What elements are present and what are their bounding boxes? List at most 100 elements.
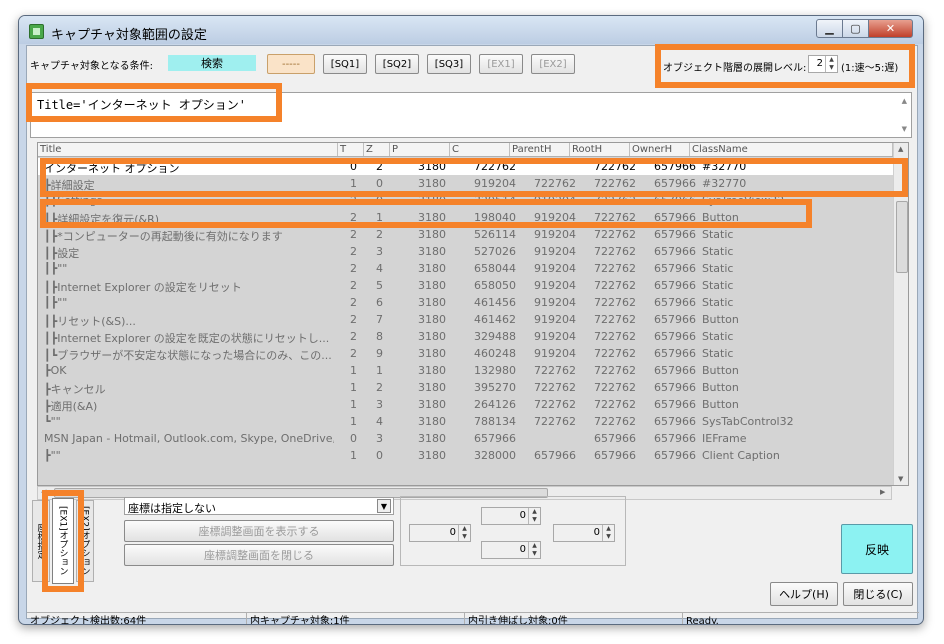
cell-cls: Static xyxy=(702,347,734,360)
title-bar[interactable]: キャプチャ対象範囲の設定 ▁ ▢ ✕ xyxy=(19,16,923,44)
col-z[interactable]: Z xyxy=(364,143,390,156)
col-root[interactable]: RootH xyxy=(570,143,630,156)
minimize-button[interactable]: ▁ xyxy=(816,19,843,38)
cell-root: 722762 xyxy=(594,194,636,207)
col-p[interactable]: P xyxy=(390,143,450,156)
tab-ex2-options[interactable]: [EX2]オプション xyxy=(76,500,94,582)
table-row[interactable]: ┣OK 1 1 3180 132980 722762 722762 657966 Button xyxy=(38,362,893,379)
help-button[interactable]: ヘルプ(H) xyxy=(770,582,838,606)
table-row-selected[interactable]: インターネット オプション 0 2 3180 722762 722762 657966 #32… xyxy=(38,158,893,175)
tab-coords[interactable]: 座標指定 xyxy=(32,500,50,582)
cell-title: ┗"" xyxy=(44,415,61,428)
table-row[interactable]: MSN Japan - Hotmail, Outlook.com, Skype,… xyxy=(38,430,893,447)
sq2-button[interactable]: [SQ2] xyxy=(375,54,419,74)
level-spinner[interactable]: 2 ▲ ▼ xyxy=(808,55,838,73)
table-row[interactable]: ┣適用(&A) 1 3 3180 264126 722762 722762 657966 But… xyxy=(38,396,893,413)
tab-ex1-options[interactable]: [EX1]オプション xyxy=(52,498,74,584)
spin-bottom[interactable]: 0 ▲ ▼ xyxy=(481,541,541,559)
cell-parent: 919204 xyxy=(534,330,576,343)
cell-parent: 919204 xyxy=(534,279,576,292)
cell-root: 722762 xyxy=(594,415,636,428)
col-owner[interactable]: OwnerH xyxy=(630,143,690,156)
scroll-right-icon[interactable]: ▶ xyxy=(880,488,885,496)
spin-right[interactable]: 0 ▲ ▼ xyxy=(553,524,615,542)
window-title: キャプチャ対象範囲の設定 xyxy=(51,28,207,43)
col-c[interactable]: C xyxy=(450,143,510,156)
spinner-arrows-icon[interactable]: ▲ ▼ xyxy=(825,56,837,72)
spin-right-arrows-icon[interactable]: ▲ ▼ xyxy=(602,525,614,541)
maximize-button[interactable]: ▢ xyxy=(842,19,869,38)
cell-root: 722762 xyxy=(594,228,636,241)
sq1-button[interactable]: [SQ1] xyxy=(323,54,367,74)
coord-select[interactable]: 座標は指定しない ▼ xyxy=(124,497,394,515)
close-adjust-button[interactable]: 座標調整画面を閉じる xyxy=(124,544,394,566)
close-button[interactable]: 閉じる(C) xyxy=(843,582,913,606)
table-row[interactable]: ┃┣リセット(&S)... 2 7 3180 461462 919204 722762 657… xyxy=(38,311,893,328)
cell-c: 722762 xyxy=(474,160,516,173)
table-row[interactable]: ┃┣詳細設定を復元(&R) 2 1 3180 198040 919204 722762 657… xyxy=(38,209,893,226)
col-class[interactable]: ClassName xyxy=(690,143,893,156)
spin-left[interactable]: 0 ▲ ▼ xyxy=(409,524,471,542)
ex1-button[interactable]: [EX1] xyxy=(479,54,523,74)
spin-top-arrows-icon[interactable]: ▲ ▼ xyxy=(528,508,540,524)
cell-parent: 919204 xyxy=(534,245,576,258)
cell-root: 722762 xyxy=(594,313,636,326)
cell-p: 3180 xyxy=(418,194,446,207)
cell-c: 658044 xyxy=(474,262,516,275)
query-textarea[interactable]: Title='インターネット オプション' ▲ ▼ xyxy=(30,92,912,138)
table-row[interactable]: ┃┣Internet Explorer の設定を既定の状態にリセットし... 2 8… xyxy=(38,328,893,345)
cell-z: 5 xyxy=(376,279,383,292)
col-title[interactable]: Title xyxy=(38,143,338,156)
table-row[interactable]: ┣詳細設定 1 0 3180 919204 722762 722762 657966 #3277… xyxy=(38,175,893,192)
table-row[interactable]: ┃┣"" 2 4 3180 658044 919204 722762 657966 Static xyxy=(38,260,893,277)
cell-title: ┃┣Settings xyxy=(44,194,103,207)
grid-vertical-scrollbar[interactable]: ▲ ▼ xyxy=(893,143,908,485)
dropdown-arrow-icon[interactable]: ▼ xyxy=(377,499,391,513)
close-window-button[interactable]: ✕ xyxy=(868,19,913,38)
cell-t: 0 xyxy=(350,432,357,445)
condition-value[interactable]: 検索 xyxy=(168,55,256,71)
table-row[interactable]: ┃┗ブラウザーが不安定な状態になった場合にのみ、この... 2 9 3180 46024… xyxy=(38,345,893,362)
table-row[interactable]: ┃┣*コンピューターの再起動後に有効になります 2 2 3180 526114 91920… xyxy=(38,226,893,243)
cell-root: 722762 xyxy=(594,262,636,275)
grid-scroll-thumb[interactable] xyxy=(896,201,908,273)
dashes-button[interactable]: ----- xyxy=(267,54,315,74)
table-row[interactable]: ┃┣Settings 2 0 3180 329514 919204 722762 657966… xyxy=(38,192,893,209)
spin-top[interactable]: 0 ▲ ▼ xyxy=(481,507,541,525)
ex2-button[interactable]: [EX2] xyxy=(531,54,575,74)
query-scroll-down-icon[interactable]: ▼ xyxy=(902,125,907,133)
scroll-up-icon[interactable]: ▲ xyxy=(898,145,903,153)
table-row[interactable]: ┗"" 1 4 3180 788134 722762 722762 657966 SysTabC… xyxy=(38,413,893,430)
table-row[interactable]: ┃┣設定 2 3 3180 527026 919204 722762 657966 Static xyxy=(38,243,893,260)
col-parent[interactable]: ParentH xyxy=(510,143,570,156)
object-grid[interactable]: Title T Z P C ParentH RootH OwnerH Class… xyxy=(37,142,909,486)
scroll-down-icon[interactable]: ▼ xyxy=(898,475,903,483)
spin-left-arrows-icon[interactable]: ▲ ▼ xyxy=(458,525,470,541)
cell-c: 461462 xyxy=(474,313,516,326)
query-scroll-up-icon[interactable]: ▲ xyxy=(902,97,907,105)
app-icon xyxy=(29,24,44,39)
cell-root: 657966 xyxy=(594,432,636,445)
cell-z: 0 xyxy=(376,449,383,462)
show-adjust-button[interactable]: 座標調整画面を表示する xyxy=(124,520,394,542)
spin-bottom-arrows-icon[interactable]: ▲ ▼ xyxy=(528,542,540,558)
table-row[interactable]: ┣キャンセル 1 2 3180 395270 722762 722762 657966 Butt… xyxy=(38,379,893,396)
cell-p: 3180 xyxy=(418,160,446,173)
cell-cls: Static xyxy=(702,279,734,292)
col-t[interactable]: T xyxy=(338,143,364,156)
cell-root: 722762 xyxy=(594,296,636,309)
cell-p: 3180 xyxy=(418,381,446,394)
level-hint: (1:速〜5:遅) xyxy=(841,63,899,74)
grid-header: Title T Z P C ParentH RootH OwnerH Class… xyxy=(38,143,893,157)
cell-cls: Button xyxy=(702,364,739,377)
cell-z: 4 xyxy=(376,415,383,428)
table-row[interactable]: ┣"" 1 0 3180 328000 657966 657966 657966 Client … xyxy=(38,447,893,464)
cell-parent: 919204 xyxy=(534,296,576,309)
sq3-button[interactable]: [SQ3] xyxy=(427,54,471,74)
table-row[interactable]: ┃┣Internet Explorer の設定をリセット 2 5 3180 658050… xyxy=(38,277,893,294)
scroll-left-icon[interactable]: ◀ xyxy=(41,488,46,496)
table-row[interactable]: ┃┣"" 2 6 3180 461456 919204 722762 657966 Static xyxy=(38,294,893,311)
client-area: キャプチャ対象となる条件: 検索 ----- [SQ1] [SQ2] [SQ3]… xyxy=(26,44,919,624)
apply-button[interactable]: 反映 xyxy=(841,524,913,574)
cell-cls: Button xyxy=(702,381,739,394)
